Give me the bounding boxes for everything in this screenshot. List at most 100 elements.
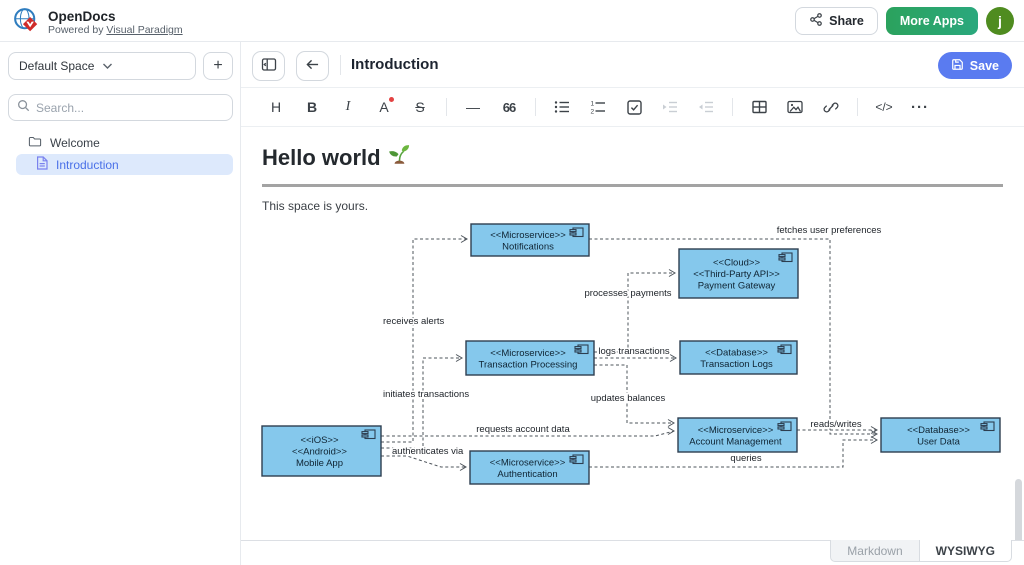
diagram-node-label: <<iOS>> xyxy=(300,435,338,446)
document-heading: Hello world xyxy=(262,144,410,172)
code-button[interactable]: </> xyxy=(872,94,896,120)
tab-markdown[interactable]: Markdown xyxy=(830,540,918,562)
heading-button[interactable]: H xyxy=(264,94,288,120)
diagram-edge-label: receives alerts xyxy=(383,316,444,327)
share-button[interactable]: Share xyxy=(795,7,878,35)
quote-button[interactable]: 66 xyxy=(497,94,521,120)
diagram-edge xyxy=(381,358,462,448)
divider xyxy=(535,98,536,116)
indent-icon xyxy=(662,100,678,114)
diagram-edge-label: queries xyxy=(730,453,761,464)
visual-paradigm-link[interactable]: Visual Paradigm xyxy=(106,24,182,36)
diagram-edge-label: requests account data xyxy=(476,424,570,435)
back-button[interactable] xyxy=(296,51,329,81)
diagram-node-label: <<Microservice>> xyxy=(490,348,566,359)
editor-header: Introduction Save xyxy=(241,42,1024,88)
more-apps-button[interactable]: More Apps xyxy=(886,7,978,35)
page-tree: Welcome Introduction xyxy=(0,132,241,175)
add-space-button[interactable]: + xyxy=(203,52,233,80)
diagram-node-mobile-app: <<iOS>><<Android>>Mobile App xyxy=(262,426,381,476)
diagram-node-label: <<Database>> xyxy=(907,425,970,436)
sidebar-toggle-icon xyxy=(261,57,277,75)
diagram-node-label: Authentication xyxy=(497,469,557,480)
link-button[interactable] xyxy=(819,94,843,120)
diagram-node-label: <<Android>> xyxy=(292,447,347,458)
diagram-node-payment-gateway: <<Cloud>><<Third-Party API>>Payment Gate… xyxy=(679,249,798,298)
diagram-node-label: <<Cloud>> xyxy=(713,258,760,269)
tab-wysiwyg[interactable]: WYSIWYG xyxy=(919,540,1012,562)
diagram-edge xyxy=(381,456,466,467)
diagram-edge-label: reads/writes xyxy=(810,419,861,430)
svg-text:2: 2 xyxy=(591,109,595,115)
chevron-down-icon xyxy=(102,59,185,73)
horizontal-rule-button[interactable]: — xyxy=(461,94,485,120)
save-button[interactable]: Save xyxy=(938,52,1012,79)
save-icon xyxy=(951,58,964,74)
indent-button[interactable] xyxy=(658,94,682,120)
diagram-node-authentication: <<Microservice>>Authentication xyxy=(470,451,589,484)
search-input[interactable] xyxy=(36,101,224,115)
diagram-node-label: Transaction Logs xyxy=(700,359,773,370)
bullet-list-icon xyxy=(554,100,570,114)
space-selector[interactable]: Default Space xyxy=(8,52,196,80)
red-dot-icon xyxy=(389,97,394,102)
document-icon xyxy=(36,156,48,173)
diagram-node-label: <<Microservice>> xyxy=(698,425,774,436)
formatting-toolbar: H B I A S — 66 12 xyxy=(241,88,1024,127)
table-button[interactable] xyxy=(747,94,771,120)
tree-item-label: Introduction xyxy=(56,158,119,172)
folder-icon xyxy=(28,135,42,151)
diagram-node-transaction-processing: <<Microservice>>Transaction Processing xyxy=(466,341,594,375)
diagram-node-label: Notifications xyxy=(502,241,554,252)
link-icon xyxy=(823,100,839,115)
diagram-edge xyxy=(594,273,675,352)
search-box[interactable] xyxy=(8,94,233,121)
sidebar: Default Space + Welcome xyxy=(0,42,241,565)
task-list-button[interactable] xyxy=(622,94,646,120)
header-actions: Share More Apps j xyxy=(795,7,1014,35)
opendocs-app: OpenDocs Powered by Visual Paradigm Shar… xyxy=(0,0,1024,565)
diagram-node-label: <<Third-Party API>> xyxy=(693,269,780,280)
table-icon xyxy=(752,100,767,114)
document-content[interactable]: Hello world This space is yours. receive… xyxy=(241,127,1024,540)
italic-button[interactable]: I xyxy=(336,94,360,120)
divider xyxy=(446,98,447,116)
tree-item-label: Welcome xyxy=(50,136,100,150)
image-icon xyxy=(787,100,803,114)
tree-item-welcome[interactable]: Welcome xyxy=(0,132,241,153)
font-color-button[interactable]: A xyxy=(372,94,396,120)
bold-button[interactable]: B xyxy=(300,94,324,120)
diagram-node-label: User Data xyxy=(917,436,960,447)
opendocs-logo-icon xyxy=(13,7,40,39)
diagram-node-label: <<Microservice>> xyxy=(490,457,566,468)
divider xyxy=(340,55,341,75)
task-list-icon xyxy=(627,100,642,115)
diagram-node-label: Account Management xyxy=(689,436,782,447)
diagram-edge-label: processes payments xyxy=(584,288,671,299)
diagram-node-label: <<Database>> xyxy=(705,347,768,358)
brand-text: OpenDocs Powered by Visual Paradigm xyxy=(48,9,183,37)
numbered-list-button[interactable]: 12 xyxy=(586,94,610,120)
powered-by: Powered by Visual Paradigm xyxy=(48,24,183,37)
vertical-scrollbar[interactable] xyxy=(1015,479,1022,540)
diagram-node-user-data: <<Database>>User Data xyxy=(881,418,1000,452)
strikethrough-button[interactable]: S xyxy=(408,94,432,120)
outdent-button[interactable] xyxy=(694,94,718,120)
tree-item-introduction[interactable]: Introduction xyxy=(16,154,233,175)
diagram-edge-label: initiates transactions xyxy=(383,389,469,400)
footer-bar: Markdown WYSIWYG xyxy=(241,540,1024,565)
bullet-list-button[interactable] xyxy=(550,94,574,120)
numbered-list-icon: 12 xyxy=(590,100,606,114)
image-button[interactable] xyxy=(783,94,807,120)
diagram-edge-label: fetches user preferences xyxy=(777,225,882,236)
divider xyxy=(732,98,733,116)
svg-text:1: 1 xyxy=(591,101,595,108)
avatar[interactable]: j xyxy=(986,7,1014,35)
outdent-icon xyxy=(698,100,714,114)
component-diagram-svg: receives alerts initiates transactions req… xyxy=(255,215,1015,507)
more-options-button[interactable]: ··· xyxy=(908,94,932,120)
mode-tabs: Markdown WYSIWYG xyxy=(830,540,1012,562)
top-header: OpenDocs Powered by Visual Paradigm Shar… xyxy=(0,0,1024,42)
document-paragraph: This space is yours. xyxy=(262,199,368,213)
toggle-sidebar-button[interactable] xyxy=(252,51,285,81)
